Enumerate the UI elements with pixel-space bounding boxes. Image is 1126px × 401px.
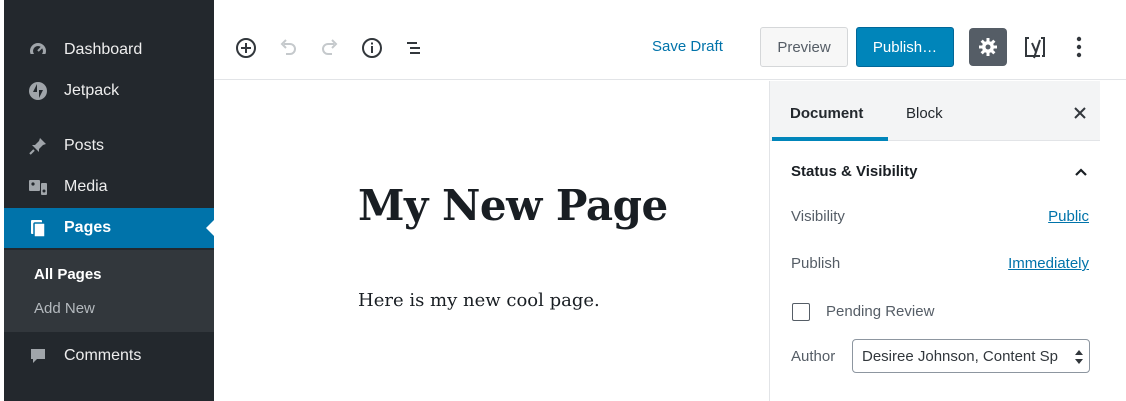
pages-icon bbox=[28, 218, 48, 238]
sidebar-item-media[interactable]: Media bbox=[4, 167, 214, 207]
add-block-icon[interactable] bbox=[234, 36, 258, 60]
info-icon[interactable] bbox=[360, 36, 384, 60]
author-select-value: Desiree Johnson, Content Sp bbox=[862, 347, 1058, 365]
yoast-button[interactable] bbox=[1024, 34, 1048, 60]
submenu-add-new[interactable]: Add New bbox=[34, 300, 95, 317]
sidebar-item-dashboard[interactable]: Dashboard bbox=[4, 30, 214, 70]
settings-button[interactable] bbox=[969, 28, 1007, 66]
sidebar-item-comments[interactable]: Comments bbox=[4, 336, 214, 376]
gear-icon bbox=[978, 37, 998, 57]
settings-sidebar: Document Block Status & Visibility Visib… bbox=[769, 81, 1100, 401]
sidebar-item-jetpack[interactable]: Jetpack bbox=[4, 71, 214, 111]
close-icon bbox=[1070, 103, 1090, 123]
submenu-all-pages[interactable]: All Pages bbox=[34, 266, 102, 283]
undo-icon[interactable] bbox=[276, 36, 300, 60]
sidebar-item-posts[interactable]: Posts bbox=[4, 126, 214, 166]
save-draft-button[interactable]: Save Draft bbox=[652, 38, 723, 55]
visibility-label: Visibility bbox=[791, 208, 845, 225]
tab-block[interactable]: Block bbox=[906, 105, 943, 122]
publish-button[interactable]: Publish… bbox=[856, 27, 954, 67]
author-label: Author bbox=[791, 348, 836, 365]
preview-button[interactable]: Preview bbox=[760, 27, 848, 67]
jetpack-icon bbox=[28, 81, 48, 101]
publish-date-link[interactable]: Immediately bbox=[1008, 255, 1089, 272]
close-panel-button[interactable] bbox=[1070, 103, 1090, 123]
paragraph-block[interactable]: Here is my new cool page. bbox=[358, 290, 600, 311]
pin-icon bbox=[28, 136, 48, 156]
sidebar-item-pages[interactable]: Pages bbox=[4, 208, 214, 248]
editor-canvas: My New Page Here is my new cool page. bbox=[214, 81, 769, 401]
sidebar-item-label: Media bbox=[64, 178, 108, 195]
sidebar-item-label: Posts bbox=[64, 137, 105, 154]
page-title[interactable]: My New Page bbox=[358, 181, 668, 230]
pending-review-checkbox[interactable] bbox=[792, 303, 810, 321]
admin-sidebar: Dashboard Jetpack Posts Media Pages All … bbox=[4, 0, 214, 401]
select-arrows-icon bbox=[1075, 349, 1083, 365]
visibility-link[interactable]: Public bbox=[1048, 208, 1089, 225]
sidebar-item-label: Dashboard bbox=[64, 41, 143, 58]
tab-document[interactable]: Document bbox=[790, 105, 863, 122]
author-select[interactable]: Desiree Johnson, Content Sp bbox=[852, 339, 1090, 373]
outline-icon[interactable] bbox=[402, 36, 426, 60]
pages-submenu: All Pages Add New bbox=[4, 250, 214, 332]
chevron-up-icon bbox=[1072, 165, 1090, 179]
media-icon bbox=[28, 177, 48, 197]
editor-toolbar: Save Draft Preview Publish… bbox=[214, 0, 1126, 80]
publish-label: Publish bbox=[791, 255, 841, 272]
collapse-section-button[interactable] bbox=[1072, 165, 1090, 179]
active-tab-indicator bbox=[772, 137, 888, 141]
sidebar-item-label: Jetpack bbox=[64, 82, 120, 99]
status-visibility-title[interactable]: Status & Visibility bbox=[791, 163, 917, 180]
pending-review-label[interactable]: Pending Review bbox=[826, 303, 934, 320]
dashboard-icon bbox=[28, 40, 48, 60]
yoast-icon bbox=[1024, 34, 1048, 60]
sidebar-item-label: Pages bbox=[64, 219, 112, 236]
redo-icon[interactable] bbox=[318, 36, 342, 60]
more-vertical-icon bbox=[1074, 34, 1084, 60]
comments-icon bbox=[28, 346, 48, 366]
panel-tabs: Document Block bbox=[770, 81, 1100, 141]
sidebar-item-label: Comments bbox=[64, 347, 142, 364]
more-options-button[interactable] bbox=[1074, 34, 1084, 60]
